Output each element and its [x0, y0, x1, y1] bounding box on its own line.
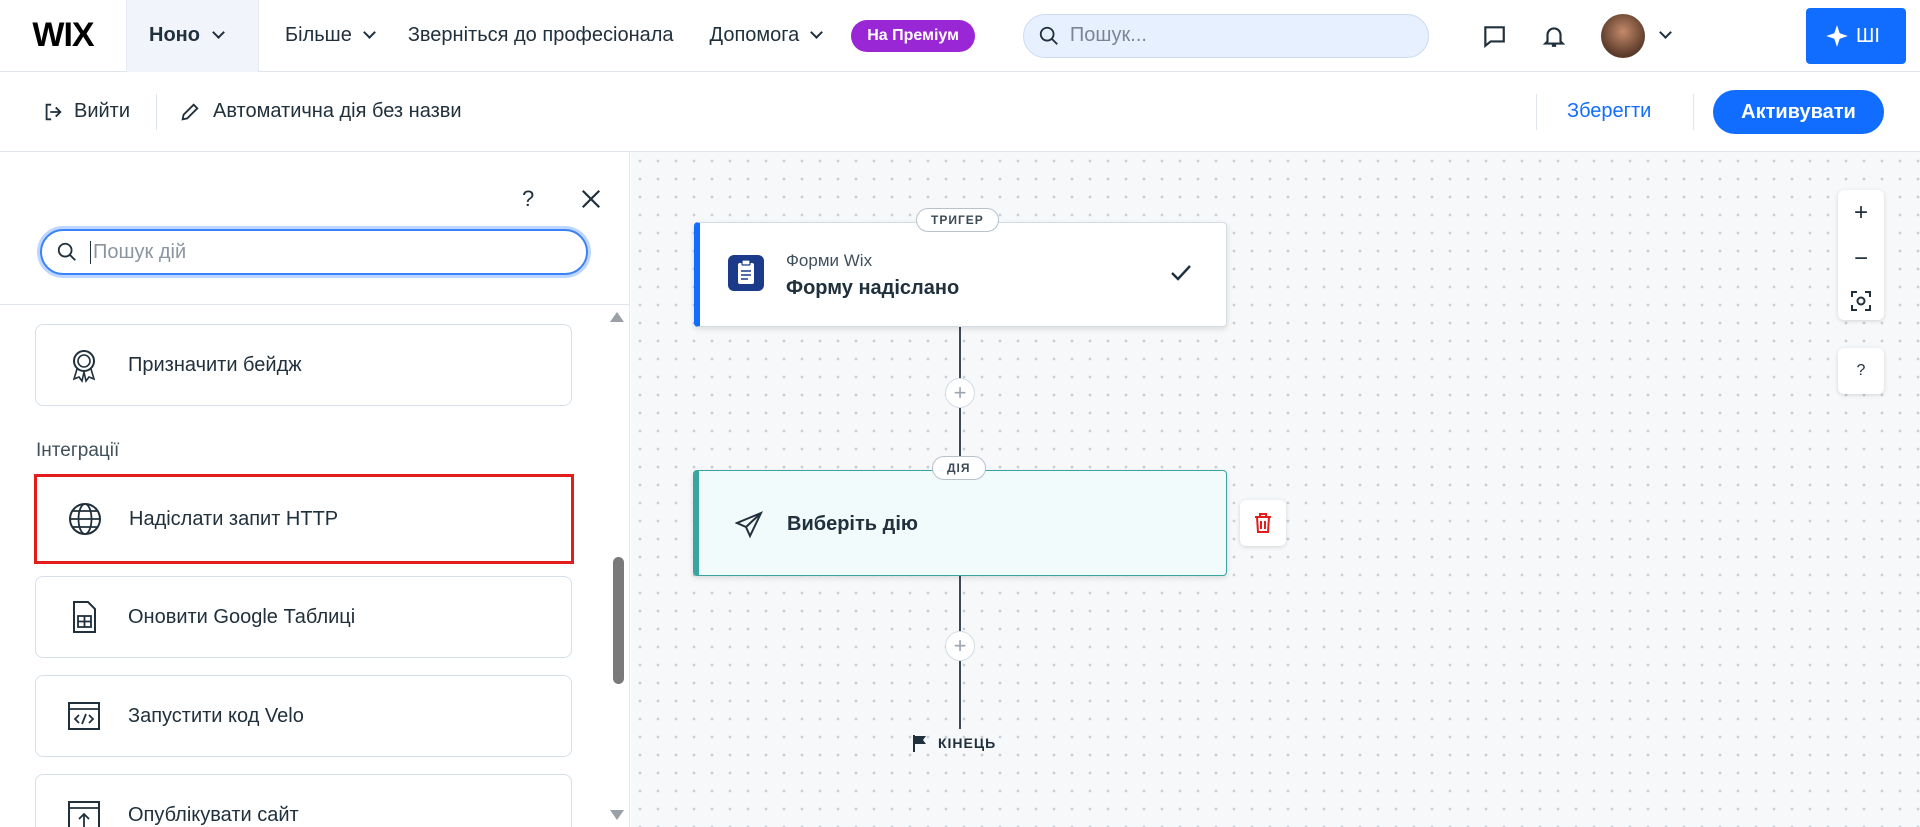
add-step-button[interactable]: + — [945, 378, 975, 408]
publish-icon — [68, 801, 100, 827]
nav-hire-pro[interactable]: Зверніться до професіонала — [374, 24, 674, 47]
top-bar: WIX Ноно Більше Зверніться до професіона… — [0, 0, 1920, 72]
site-selector[interactable]: Ноно — [126, 0, 259, 72]
upgrade-premium-button[interactable]: На Преміум — [851, 19, 975, 52]
code-icon — [68, 702, 100, 730]
account-menu[interactable] — [1600, 13, 1672, 58]
ai-label: ШІ — [1856, 24, 1880, 47]
scrollbar-thumb[interactable] — [613, 557, 624, 684]
global-search-placeholder: Пошук... — [1069, 24, 1147, 46]
trash-icon — [1255, 513, 1271, 533]
exit-label: Вийти — [74, 100, 131, 122]
ai-assistant-button[interactable]: ШІ — [1806, 8, 1906, 64]
send-icon — [735, 511, 763, 539]
action-search-input[interactable]: Пошук дій — [40, 229, 588, 275]
scroll-down-arrow[interactable] — [610, 810, 624, 820]
save-button[interactable]: Зберегти — [1567, 100, 1651, 123]
check-icon — [1171, 265, 1191, 281]
site-name: Ноно — [149, 24, 200, 46]
action-item-label: Опублікувати сайт — [128, 803, 299, 826]
scroll-up-arrow[interactable] — [610, 312, 624, 322]
action-item-send-http-request[interactable]: Надіслати запит HTTP — [34, 474, 574, 564]
sparkle-icon — [1826, 25, 1848, 47]
canvas-help-button[interactable]: ? — [1838, 348, 1884, 394]
zoom-in-button[interactable]: + — [1854, 199, 1868, 227]
section-heading-integrations: Інтеграції — [36, 440, 120, 461]
action-item-label: Надіслати запит HTTP — [129, 507, 339, 530]
help-button[interactable]: ? — [522, 186, 534, 212]
action-label-pill: ДІЯ — [932, 456, 986, 480]
wix-logo[interactable]: WIX — [0, 0, 126, 72]
trigger-title: Форму надіслано — [786, 277, 960, 299]
action-item-label: Призначити бейдж — [128, 353, 302, 376]
nav-help-label: Допомога — [709, 24, 800, 46]
delete-step-button[interactable] — [1240, 500, 1286, 546]
chevron-down-icon — [212, 26, 225, 39]
divider — [1536, 94, 1537, 130]
action-search-placeholder: Пошук дій — [90, 240, 186, 264]
action-item-run-velo-code[interactable]: Запустити код Velo — [35, 675, 572, 757]
nav-help[interactable]: Допомога — [674, 24, 824, 47]
bell-icon[interactable] — [1541, 23, 1567, 49]
nav-more-label: Більше — [285, 24, 352, 46]
end-label: КІНЕЦЬ — [938, 735, 997, 751]
action-node[interactable]: Виберіть дію — [693, 470, 1227, 576]
divider — [1693, 94, 1694, 130]
chevron-down-icon — [810, 26, 824, 39]
globe-icon — [69, 503, 101, 535]
activate-button[interactable]: Активувати — [1713, 90, 1884, 134]
chevron-down-icon — [1659, 26, 1672, 39]
action-item-update-google-sheets[interactable]: Оновити Google Таблиці — [35, 576, 572, 658]
connector-line — [959, 661, 961, 729]
zoom-controls: + − — [1838, 190, 1884, 320]
chat-icon[interactable] — [1481, 23, 1507, 49]
add-step-button[interactable]: + — [945, 631, 975, 661]
exit-icon — [45, 103, 62, 120]
automation-name-field[interactable]: Автоматична дія без назви — [157, 100, 462, 123]
nav-more[interactable]: Більше — [259, 24, 376, 47]
zoom-out-button[interactable]: − — [1854, 245, 1868, 273]
avatar — [1600, 13, 1645, 58]
trigger-label-pill: ТРИГЕР — [916, 208, 999, 232]
form-clipboard-icon — [728, 255, 764, 291]
exit-button[interactable]: Вийти — [0, 100, 130, 123]
close-icon[interactable] — [580, 188, 602, 210]
spreadsheet-icon — [73, 601, 96, 633]
divider — [0, 304, 629, 305]
action-item-assign-badge[interactable]: Призначити бейдж — [35, 324, 572, 406]
action-item-label: Запустити код Velo — [128, 704, 304, 727]
badge-icon — [72, 350, 96, 383]
search-icon — [57, 242, 76, 261]
action-item-label: Оновити Google Таблиці — [128, 605, 356, 628]
trigger-source: Форми Wix — [786, 251, 873, 270]
automation-name: Автоматична дія без назви — [213, 100, 462, 122]
search-icon — [1039, 26, 1058, 45]
global-search-input[interactable]: Пошук... — [1022, 13, 1429, 58]
action-item-publish-site[interactable]: Опублікувати сайт — [35, 774, 572, 827]
end-marker: КІНЕЦЬ — [912, 734, 996, 752]
action-title: Виберіть дію — [787, 513, 918, 535]
fit-to-screen-icon[interactable] — [1851, 291, 1871, 311]
flag-icon — [913, 735, 926, 752]
pencil-icon — [181, 102, 199, 121]
trigger-node[interactable]: Форми Wix Форму надіслано — [694, 222, 1227, 327]
actions-panel: ? Пошук дій Призначити бейдж Інтеграції … — [0, 152, 630, 827]
nav-hire-pro-label: Зверніться до професіонала — [407, 24, 674, 46]
